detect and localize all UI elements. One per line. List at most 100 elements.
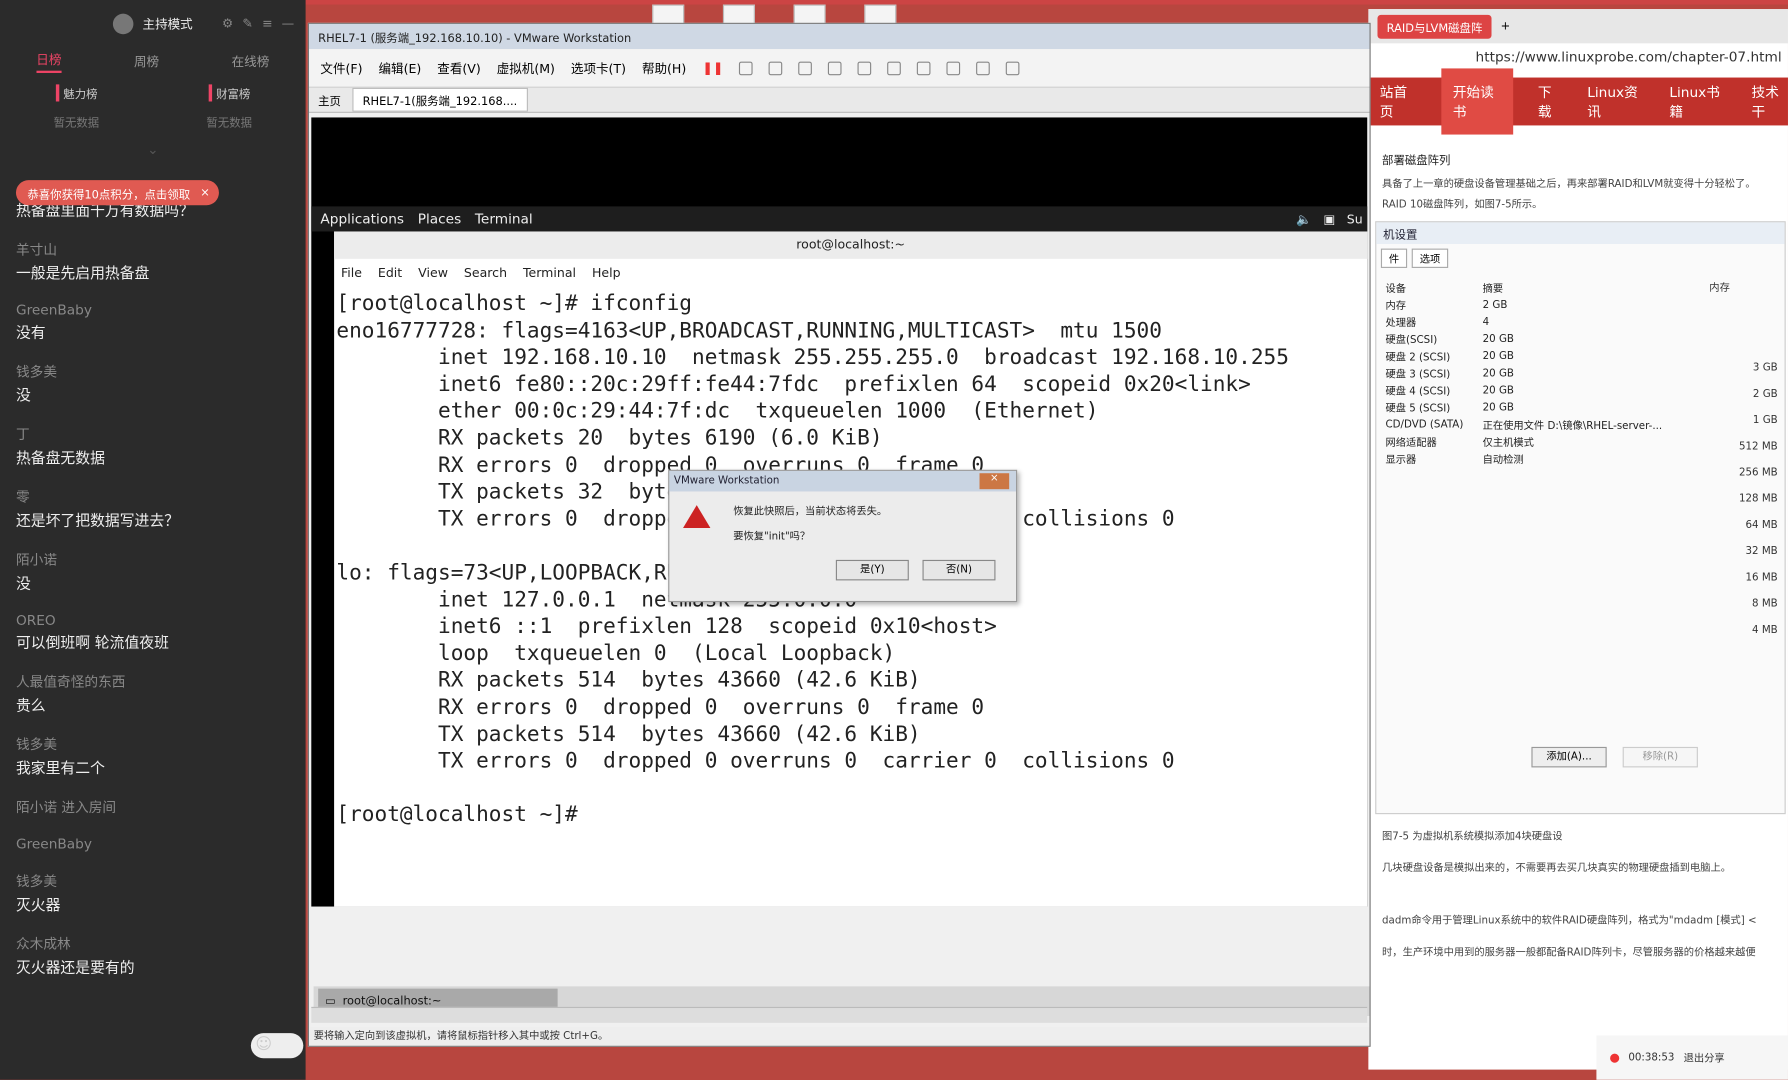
vmware-menubar: 文件(F) 编辑(E) 查看(V) 虚拟机(M) 选项卡(T) 帮助(H) ❚❚ (309, 49, 1370, 88)
desktop-icon-label[interactable]: 实验记录 (1734, 997, 1775, 1011)
nav-news[interactable]: Linux资讯 (1587, 82, 1644, 121)
tab-weekly[interactable]: 周榜 (134, 52, 159, 70)
nav-home[interactable]: 站首页 (1380, 82, 1416, 121)
reward-toast[interactable]: 恭喜你获得10点积分，点击领取 × (15, 180, 219, 206)
tab-daily[interactable]: 日榜 (36, 50, 62, 73)
browser-tab[interactable]: RAID与LVM磁盘阵 (1377, 14, 1492, 39)
terminal-menu-view[interactable]: View (418, 265, 448, 280)
snapshot-manager-icon[interactable] (828, 61, 842, 75)
share-timer: 00:38:53 (1628, 1051, 1675, 1064)
table-cell: 网络适配器 (1385, 437, 1437, 450)
terminal-menu-help[interactable]: Help (592, 265, 621, 280)
chat-username[interactable]: 钱多美 (16, 361, 295, 380)
fullscreen-icon[interactable] (917, 61, 931, 75)
memory-scale-label: 3 GB (1752, 362, 1778, 375)
menu-edit[interactable]: 编辑(E) (378, 59, 421, 77)
chat-username[interactable]: 钱多美 (16, 734, 295, 753)
tab-home[interactable]: 主页 (318, 91, 341, 109)
paragraph: dadm命令用于管理Linux系统中的软件RAID硬盘阵列，格式为"mdadm … (1382, 915, 1757, 928)
menu-view[interactable]: 查看(V) (437, 59, 480, 77)
chat-username[interactable]: GreenBaby (16, 836, 295, 852)
terminal-menu[interactable]: Terminal (475, 211, 533, 227)
settings-icon[interactable]: ⚙ (222, 16, 233, 31)
menu-icon[interactable]: ≡ (262, 16, 273, 31)
table-cell: 硬盘 4 (SCSI) (1385, 386, 1451, 398)
terminal-menu-file[interactable]: File (341, 265, 362, 280)
memory-label: 内存 (1709, 282, 1730, 295)
memory-scale-label: 256 MB (1738, 467, 1778, 479)
console-icon[interactable] (976, 61, 991, 75)
close-icon[interactable]: × (200, 186, 210, 199)
dialog-message: 恢复此快照后，当前状态将丢失。 (733, 506, 888, 518)
chat-username[interactable]: 羊寸山 (16, 239, 295, 258)
sidebar-toggle-icon[interactable] (857, 61, 872, 75)
chat-username[interactable]: 陌小诺 进入房间 (16, 797, 295, 816)
pause-icon[interactable]: ❚❚ (702, 60, 723, 75)
snapshot-icon[interactable] (768, 61, 783, 75)
yes-button[interactable]: 是(Y) (835, 559, 909, 581)
table-cell: 处理器 (1385, 318, 1417, 330)
chat-message: 钱多美 我家里有二个 (15, 734, 295, 778)
nav-read[interactable]: 开始读书 (1441, 68, 1513, 135)
chat-message: 丁热备盘无数据 (16, 424, 295, 467)
menu-file[interactable]: 文件(F) (320, 59, 362, 77)
warning-icon (683, 505, 711, 528)
applications-menu[interactable]: Applications (320, 211, 404, 227)
chat-username[interactable]: 丁 (16, 424, 295, 443)
chat-username[interactable]: 钱多美 (16, 871, 295, 890)
chat-message: 零还是坏了把数据写进去？ (16, 487, 295, 530)
chat-message: OREO 可以倒班啊 轮流值夜班 (16, 612, 295, 652)
close-icon[interactable]: × (979, 473, 1010, 490)
menu-tabs[interactable]: 选项卡(T) (571, 59, 626, 77)
menu-vm[interactable]: 虚拟机(M) (497, 59, 555, 77)
terminal-menu-terminal[interactable]: Terminal (523, 265, 576, 280)
chat-username[interactable]: GreenBaby (16, 302, 295, 318)
thumbnail-icon[interactable] (887, 61, 902, 75)
unity-icon[interactable] (946, 61, 961, 75)
horizontal-scrollbar[interactable] (311, 1006, 1368, 1023)
chat-text: 热备盘无数据 (15, 450, 105, 468)
volume-icon[interactable]: 🔈 (1296, 212, 1312, 227)
chat-username[interactable]: 零 (16, 487, 295, 506)
browser-window: RAID与LVM磁盘阵 + https://www.linuxprobe.com… (1368, 9, 1788, 1070)
figure-caption: 图7-5 为虚拟机系统模拟添加4块硬盘设 (1382, 831, 1563, 843)
menu-help[interactable]: 帮助(H) (642, 59, 686, 77)
chat-text: 我家里有二个 (15, 760, 105, 778)
desktop-icon-label[interactable]: 工作日历.org (1494, 997, 1555, 1011)
section-heading: 部署磁盘阵列 (1382, 155, 1451, 168)
minimize-icon[interactable]: — (282, 16, 295, 31)
address-bar[interactable]: https://www.linuxprobe.com/chapter-07.ht… (1368, 43, 1788, 70)
chat-username[interactable]: 众木成林 (16, 934, 295, 953)
chevron-down-icon[interactable]: ⌄ (0, 141, 306, 157)
table-row: 内存 2 GB (1381, 296, 1689, 313)
network-icon[interactable]: ▣ (1323, 212, 1335, 227)
send-keys-icon[interactable] (739, 61, 753, 75)
chat-username[interactable]: 陌小诺 (16, 550, 295, 569)
tab-online[interactable]: 在线榜 (232, 52, 270, 70)
edit-icon[interactable]: ✎ (242, 16, 253, 31)
chat-username[interactable]: OREO (16, 612, 295, 628)
terminal-menu-search[interactable]: Search (464, 265, 507, 280)
places-menu[interactable]: Places (418, 211, 462, 227)
new-tab-icon[interactable]: + (1501, 20, 1511, 33)
vmware-statusbar: 要将输入定向到该虚拟机，请将鼠标指针移入其中或按 Ctrl+G。 (309, 1027, 1370, 1046)
revert-snapshot-icon[interactable] (798, 61, 813, 75)
no-button[interactable]: 否(N) (922, 559, 996, 581)
tab-vm[interactable]: RHEL7-1(服务端_192.168.... (352, 87, 528, 112)
nav-tech[interactable]: 技术干 (1752, 82, 1788, 121)
nav-download[interactable]: 下载 (1538, 82, 1562, 121)
nav-books[interactable]: Linux书籍 (1669, 82, 1726, 121)
vmware-titlebar: RHEL7-1 (服务端_192.168.10.10) - VMware Wor… (309, 23, 1370, 50)
desktop-icon-label[interactable]: 教学记录 (1663, 997, 1704, 1011)
terminal-title: root@localhost:~ (334, 231, 1368, 259)
vmware-title: RHEL7-1 (服务端_192.168.10.10) - VMware Wor… (318, 32, 632, 46)
clock-label[interactable]: Su (1347, 212, 1363, 227)
chat-username[interactable]: 人最值奇怪的东西 (16, 672, 295, 691)
exit-share-button[interactable]: 退出分享 (1684, 1050, 1725, 1065)
stretch-icon[interactable] (1006, 61, 1020, 75)
emoji-icon[interactable]: ☺ (255, 1035, 272, 1053)
terminal-menu-edit[interactable]: Edit (378, 265, 402, 280)
desktop-icon-label[interactable]: Memo.txt (1585, 997, 1634, 1012)
memory-scale-label: 512 MB (1738, 441, 1778, 453)
chat-text: 灭火器还是要有的 (15, 960, 135, 978)
